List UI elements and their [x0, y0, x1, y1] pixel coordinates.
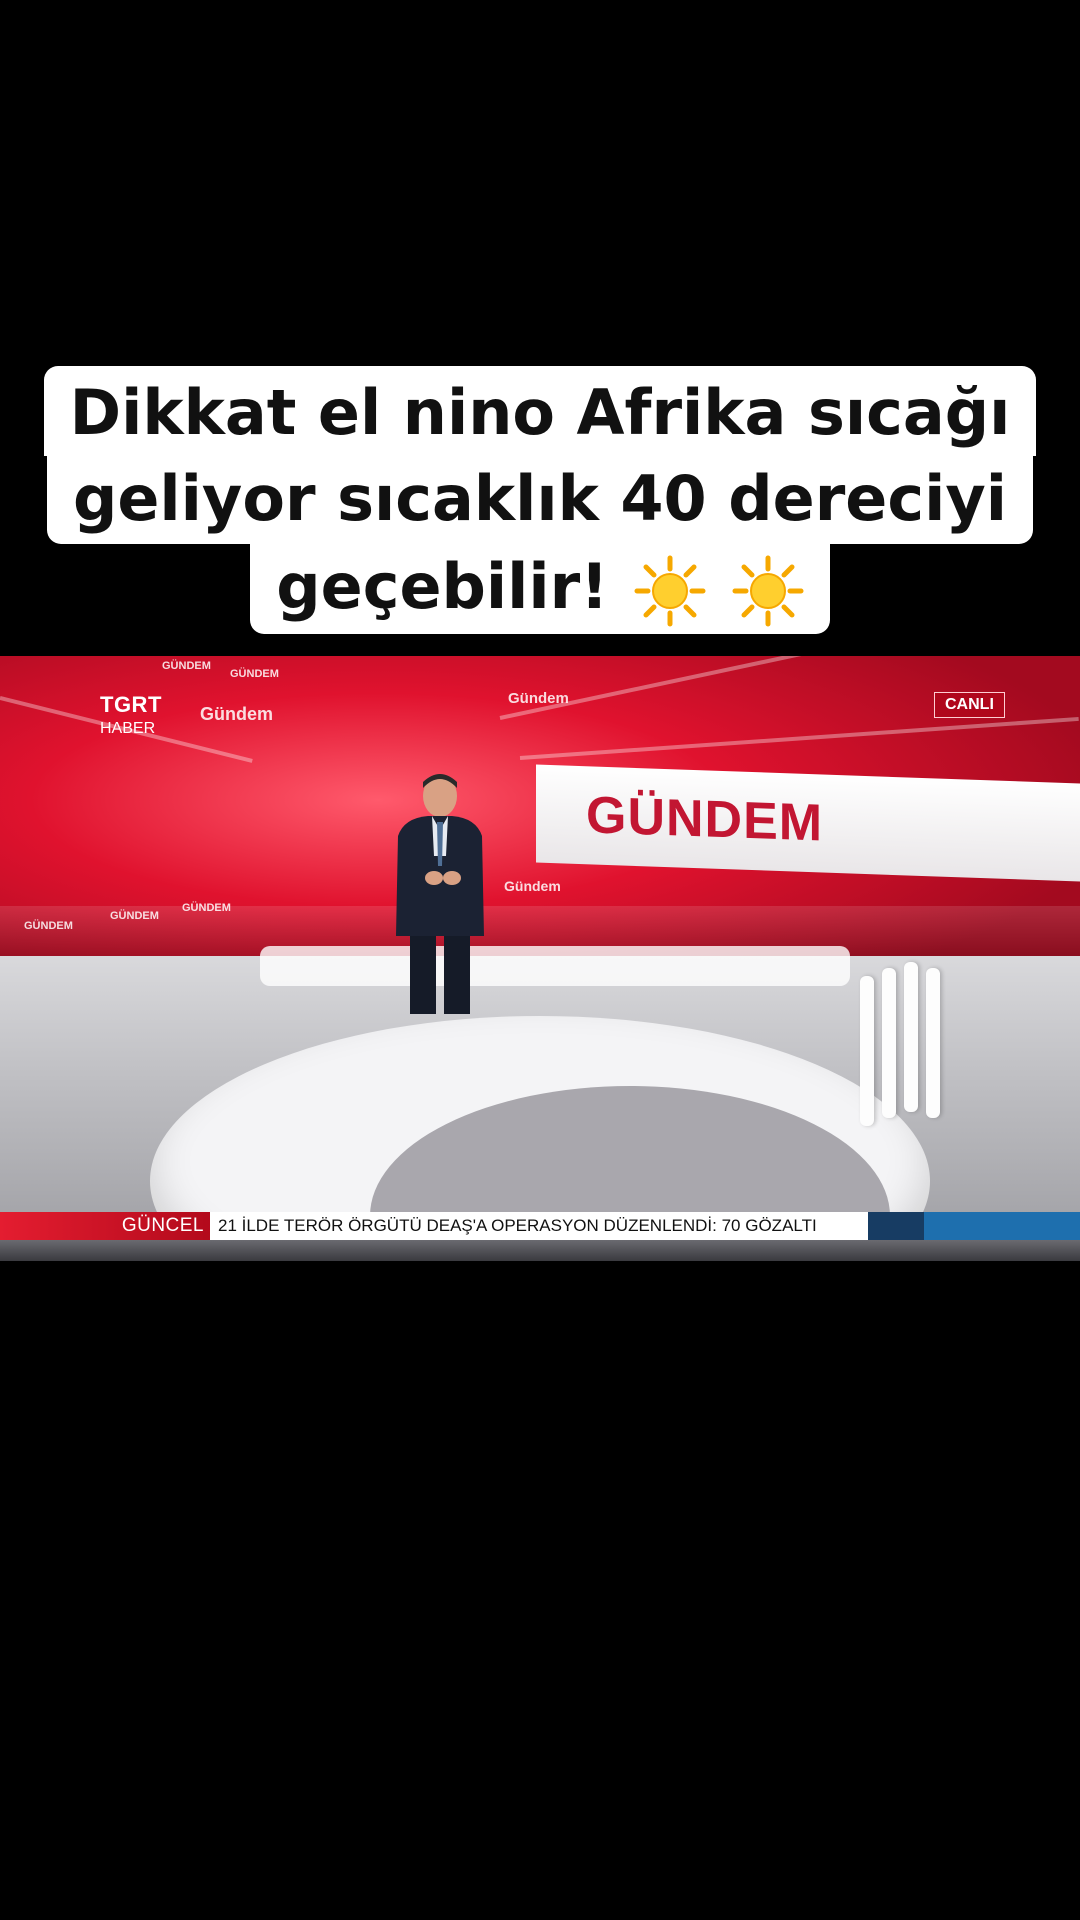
ticker-blue-block	[924, 1212, 1080, 1240]
news-desk-edge	[260, 946, 850, 986]
wall-label: Gündem	[508, 690, 569, 707]
wall-label: GÜNDEM	[162, 660, 211, 672]
program-banner: GÜNDEM	[536, 764, 1080, 882]
caption-line-1: Dikkat el nino Afrika sıcağı	[43, 366, 1037, 456]
channel-logo: TGRT HABER	[100, 692, 162, 738]
caption-line-3: geçebilir!	[250, 544, 830, 634]
sun-icon	[634, 555, 706, 627]
news-presenter	[396, 774, 484, 1014]
caption-line-3-text: geçebilir!	[276, 550, 609, 623]
wall-label: Gündem	[504, 878, 561, 894]
wall-label: Gündem	[200, 704, 274, 724]
ticker-headline: 21 İLDE TERÖR ÖRGÜTÜ DEAŞ'A OPERASYON DÜ…	[210, 1212, 868, 1240]
channel-logo-sub: HABER	[100, 720, 156, 737]
live-badge: CANLI	[934, 692, 1005, 718]
ticker-category: GÜNCEL	[0, 1212, 210, 1240]
channel-logo-brand: TGRT	[100, 692, 162, 717]
news-video-frame[interactable]: GÜNDEM GÜNDEM Gündem Gündem Gündem GÜNDE…	[0, 656, 1080, 1261]
wall-label: GÜNDEM	[182, 902, 231, 914]
wall-label: GÜNDEM	[24, 920, 73, 932]
program-banner-title: GÜNDEM	[586, 786, 824, 853]
ticker-navy-block	[868, 1212, 924, 1240]
news-ticker: GÜNCEL 21 İLDE TERÖR ÖRGÜTÜ DEAŞ'A OPERA…	[0, 1212, 1080, 1240]
sun-icon	[732, 555, 804, 627]
caption-overlay: Dikkat el nino Afrika sıcağı geliyor sıc…	[0, 366, 1080, 634]
caption-line-2: geliyor sıcaklık 40 dereciyi	[47, 456, 1033, 544]
wall-label: GÜNDEM	[110, 910, 159, 922]
ticker-bottom-bar	[0, 1240, 1080, 1261]
wall-label: GÜNDEM	[230, 668, 279, 680]
